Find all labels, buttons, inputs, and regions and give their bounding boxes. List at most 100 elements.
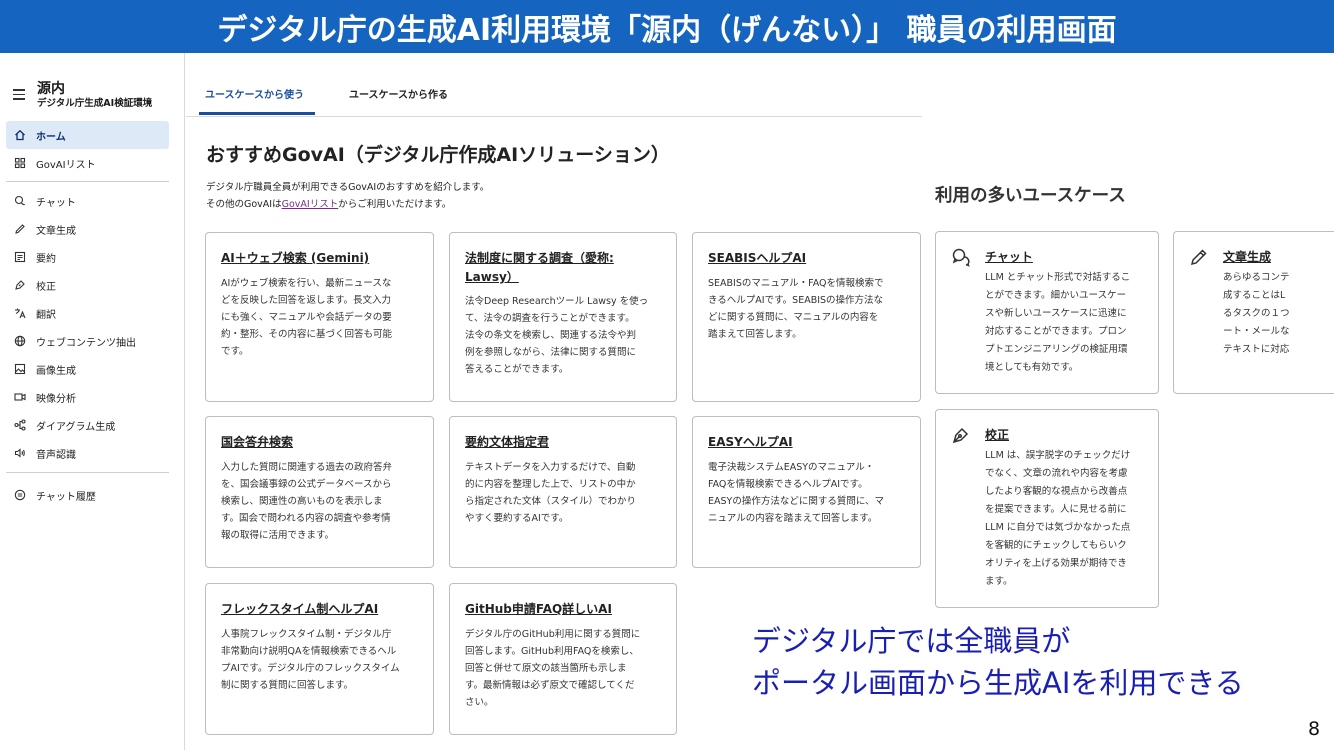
usecase-description: LLM は、誤字脱字のチェックだけ でなく、文章の流れや内容を考慮 したより客観的な… [985, 447, 1145, 591]
card-title[interactable]: EASYヘルプAI [708, 433, 793, 452]
sidebar-item-label: チャット履歴 [36, 491, 96, 503]
usecase-title[interactable]: 文章生成 [1223, 248, 1271, 265]
desc-line: プトエンジニアリングの検証用環 [985, 344, 1128, 355]
desc-line: す。最新情報は必ず原文で確認してくだ [465, 680, 635, 691]
banner-title: デジタル庁の生成AI利用環境「源内（げんない）」 職員の利用画面 [217, 12, 1117, 48]
hamburger-menu-icon[interactable] [13, 89, 27, 100]
sidebar-item-govai-list[interactable]: GovAIリスト [6, 149, 169, 177]
desc-line: 回答と併せて原文の該当箇所も示しま [465, 663, 627, 674]
desc-line: ら指定された文体（スタイル）でわかり [465, 496, 637, 507]
govai-card-summary-style[interactable]: 要約文体指定君 テキストデータを入力するだけで、自動 的に内容を整理した上で、リス… [449, 416, 677, 568]
desc-line: テキストに対応 [1223, 344, 1290, 355]
govai-card-flextime[interactable]: フレックスタイム制ヘルプAI 人事院フレックスタイム制・デジタル庁 非常勤向け説明… [205, 583, 434, 735]
pen-icon [13, 278, 27, 292]
card-description: 入力した質問に関連する過去の政府答弁 を、国会議事録の公式データベースから 検索し、… [221, 459, 392, 544]
tab-create-from-usecase[interactable]: ユースケースから作る [349, 86, 448, 101]
caption-line: ポータル画面から生成AIを利用できる [752, 666, 1244, 700]
desc-line: 制に関する質問に回答します。 [221, 680, 354, 691]
govai-card-lawsy[interactable]: 法制度に関する調査（愛称: Lawsy） 法令Deep Researchツール L… [449, 232, 677, 402]
govai-card-gemini[interactable]: AI＋ウェブ検索 (Gemini) AIがウェブ検索を行い、最新ニュースな どを反… [205, 232, 434, 402]
card-title[interactable]: 要約文体指定君 [465, 433, 549, 452]
video-icon [13, 390, 27, 404]
summary-icon [13, 250, 27, 264]
sidebar-item-label: チャット [36, 197, 76, 209]
desc-line: 報の取得に活用できます。 [221, 530, 335, 541]
desc-line: 入力した質問に関連する過去の政府答弁 [221, 462, 393, 473]
sidebar-item-label: GovAIリスト [36, 159, 96, 171]
desc-line: デジタル庁のGitHub利用に関する質問に [465, 629, 641, 640]
govai-card-easy[interactable]: EASYヘルプAI 電子決裁システムEASYのマニュアル・ FAQを情報検索できる… [692, 416, 921, 568]
desc-line: LLM に自分では気づかなかった点 [985, 522, 1131, 533]
sidebar-item-writing[interactable]: 文章生成 [6, 215, 169, 243]
card-description: SEABISのマニュアル・FAQを情報検索で きるヘルプAIです。SEABISの操… [708, 275, 884, 343]
sidebar-item-label: 校正 [36, 281, 56, 293]
speaker-icon [13, 446, 27, 460]
usecase-description: LLM とチャット形式で対話するこ とができます。細かいユースケー スや新しいユース… [985, 269, 1145, 377]
sidebar-item-proofread[interactable]: 校正 [6, 271, 169, 299]
govai-card-github-faq[interactable]: GitHub申請FAQ詳しいAI デジタル庁のGitHub利用に関する質問に 回答… [449, 583, 677, 735]
sidebar-item-label: 要約 [36, 253, 56, 265]
tab-use-from-usecase[interactable]: ユースケースから使う [205, 86, 304, 101]
sidebar-item-home[interactable]: ホーム [6, 121, 169, 149]
sidebar-item-translate[interactable]: 翻訳 [6, 299, 169, 327]
desc-line: 約・整形、その内容に基づく回答も可能 [221, 329, 393, 340]
sidebar-item-speech-recognition[interactable]: 音声認識 [6, 439, 169, 467]
card-title[interactable]: SEABISヘルプAI [708, 249, 806, 268]
usecase-card-proofread[interactable]: 校正 LLM は、誤字脱字のチェックだけ でなく、文章の流れや内容を考慮 したより客… [935, 409, 1159, 608]
usecase-card-writing[interactable]: 文章生成 あらゆるコンテ 成することはL るタスクの１つ ート・メールな テキストに対応 [1173, 231, 1334, 394]
sidebar-item-web-extract[interactable]: ウェブコンテンツ抽出 [6, 327, 169, 355]
card-title[interactable]: AI＋ウェブ検索 (Gemini) [221, 249, 369, 268]
card-title[interactable]: GitHub申請FAQ詳しいAI [465, 600, 612, 619]
history-icon [13, 488, 27, 502]
desc-line: 電子決裁システムEASYのマニュアル・ [708, 462, 875, 473]
usecase-card-chat[interactable]: チャット LLM とチャット形式で対話するこ とができます。細かいユースケー スや新… [935, 231, 1159, 394]
card-description: AIがウェブ検索を行い、最新ニュースな どを反映した回答を返します。長文入力 にも強… [221, 275, 392, 360]
tab-bar: ユースケースから使う ユースケースから作る [186, 53, 922, 117]
desc-line: 人事院フレックスタイム制・デジタル庁 [221, 629, 392, 640]
sidebar-item-video-analysis[interactable]: 映像分析 [6, 383, 169, 411]
govai-list-link[interactable]: GovAIリスト [282, 199, 339, 210]
divider [6, 472, 169, 473]
desc-line: とができます。細かいユースケー [985, 290, 1127, 301]
card-title[interactable]: フレックスタイム制ヘルプAI [221, 600, 378, 619]
desc-line: を、国会議事録の公式データベースから [221, 479, 392, 490]
desc-line: あらゆるコンテ [1223, 272, 1290, 283]
image-icon [13, 362, 27, 376]
desc-line: 踏まえて回答します。 [708, 329, 802, 340]
desc-line: 法令Deep Researchツール Lawsy を使っ [465, 296, 649, 307]
desc-line: きるヘルプAIです。SEABISの操作方法な [708, 295, 884, 306]
usecase-title[interactable]: 校正 [985, 426, 1009, 443]
desc-line: LLM は、誤字脱字のチェックだけ [985, 450, 1131, 461]
desc-line: ます。 [985, 576, 1013, 587]
desc-line: です。 [221, 346, 249, 357]
desc-line: 境としても有効です。 [985, 362, 1079, 373]
govai-card-diet-answers[interactable]: 国会答弁検索 入力した質問に関連する過去の政府答弁 を、国会議事録の公式データベー… [205, 416, 434, 568]
active-tab-indicator [199, 112, 315, 115]
usecase-description: あらゆるコンテ 成することはL るタスクの１つ ート・メールな テキストに対応 [1223, 269, 1334, 359]
intro-text: デジタル庁職員全員が利用できるGovAIのおすすめを紹介します。 その他のGov… [206, 179, 489, 213]
usecase-title[interactable]: チャット [985, 248, 1033, 265]
desc-line: EASYの操作方法などに関する質問に、マ [708, 496, 885, 507]
slide-caption: デジタル庁では全職員が ポータル画面から生成AIを利用できる [752, 620, 1244, 704]
sidebar-item-image-generation[interactable]: 画像生成 [6, 355, 169, 383]
desc-line: プAIです。デジタル庁のフレックスタイム [221, 663, 400, 674]
sidebar-item-chat[interactable]: チャット [6, 187, 169, 215]
sidebar-item-chat-history[interactable]: チャット履歴 [6, 481, 169, 509]
desc-line: るタスクの１つ [1223, 308, 1290, 319]
card-title[interactable]: 法制度に関する調査（愛称: Lawsy） [465, 249, 614, 287]
sidebar-item-diagram[interactable]: ダイアグラム生成 [6, 411, 169, 439]
desc-line: を提案できます。人に見せる前に [985, 504, 1127, 515]
sidebar-item-label: ホーム [36, 131, 66, 143]
page-title: おすすめGovAI（デジタル庁作成AIソリューション） [206, 144, 670, 166]
card-title-line: 法制度に関する調査（愛称: [465, 251, 614, 265]
brand-subtitle: デジタル庁生成AI検証環境 [37, 98, 153, 109]
desc-line: テキストデータを入力するだけで、自動 [465, 462, 636, 473]
govai-card-seabis[interactable]: SEABISヘルプAI SEABISのマニュアル・FAQを情報検索で きるヘルプA… [692, 232, 921, 402]
desc-line: でなく、文章の流れや内容を考慮 [985, 468, 1128, 479]
desc-line: 例を参照しながら、法律に関する質問に [465, 347, 637, 358]
desc-line: 成することはL [1223, 290, 1286, 301]
globe-icon [13, 334, 27, 348]
desc-line: AIがウェブ検索を行い、最新ニュースな [221, 278, 392, 289]
card-title[interactable]: 国会答弁検索 [221, 433, 293, 452]
sidebar-item-summary[interactable]: 要約 [6, 243, 169, 271]
